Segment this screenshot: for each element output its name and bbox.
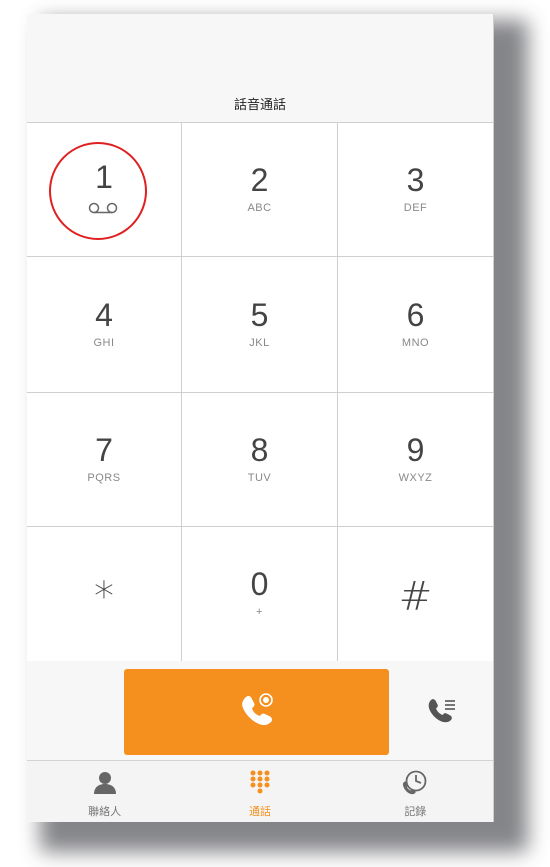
key-digit: *	[94, 574, 114, 620]
key-2[interactable]: 2 ABC	[182, 123, 338, 257]
action-row	[27, 661, 493, 760]
tab-label: 通話	[248, 805, 271, 818]
key-letters: GHI	[93, 336, 115, 349]
call-button[interactable]	[124, 669, 389, 755]
key-letters: JKL	[249, 336, 270, 349]
page-title: 話音通話	[233, 98, 286, 113]
key-0[interactable]: 0 +	[182, 527, 338, 661]
phone-screen: 話音通話 1 2 ABC 3 DEF 4 GHI 5 JKL 6 MNO 7 P…	[27, 14, 494, 822]
contact-icon	[92, 769, 118, 799]
key-letters: MNO	[401, 336, 430, 349]
keypad-icon	[248, 769, 272, 799]
highlight-circle	[49, 142, 147, 240]
key-5[interactable]: 5 JKL	[182, 257, 338, 393]
phone-call-icon	[238, 691, 276, 733]
key-digit: 8	[250, 431, 269, 468]
key-digit: 6	[406, 296, 425, 333]
key-4[interactable]: 4 GHI	[27, 257, 182, 393]
key-letters: ABC	[247, 201, 272, 214]
call-list-icon	[425, 694, 459, 732]
key-digit: 2	[250, 161, 269, 198]
key-star[interactable]: *	[27, 527, 182, 661]
key-letters: +	[256, 606, 263, 618]
tab-bar: 聯絡人 通話 記錄	[27, 760, 493, 822]
key-letters: WXYZ	[398, 471, 433, 484]
header: 話音通話	[27, 14, 493, 123]
key-digit: 4	[95, 296, 113, 333]
key-digit: 3	[406, 161, 425, 198]
key-letters: PQRS	[87, 471, 121, 484]
key-digit: 7	[95, 431, 113, 468]
key-digit: 9	[406, 431, 425, 468]
tab-label: 記錄	[404, 805, 427, 818]
tab-label: 聯絡人	[88, 805, 122, 818]
key-8[interactable]: 8 TUV	[182, 393, 338, 527]
history-icon	[401, 769, 429, 799]
key-digit: 5	[250, 296, 269, 333]
tab-calls[interactable]: 通話	[182, 761, 337, 822]
key-3[interactable]: 3 DEF	[338, 123, 493, 257]
key-digit: #	[398, 574, 433, 620]
call-list-button[interactable]	[422, 693, 462, 733]
key-6[interactable]: 6 MNO	[338, 257, 493, 393]
key-1[interactable]: 1	[27, 123, 182, 257]
key-9[interactable]: 9 WXYZ	[338, 393, 493, 527]
tab-contacts[interactable]: 聯絡人	[27, 761, 182, 822]
key-hash[interactable]: #	[338, 527, 493, 661]
key-7[interactable]: 7 PQRS	[27, 393, 182, 527]
tab-history[interactable]: 記錄	[338, 761, 493, 822]
dial-pad: 1 2 ABC 3 DEF 4 GHI 5 JKL 6 MNO 7 PQRS 8…	[27, 123, 493, 661]
key-letters: TUV	[247, 471, 272, 484]
key-digit: 0	[250, 566, 269, 602]
key-letters: DEF	[403, 201, 428, 214]
